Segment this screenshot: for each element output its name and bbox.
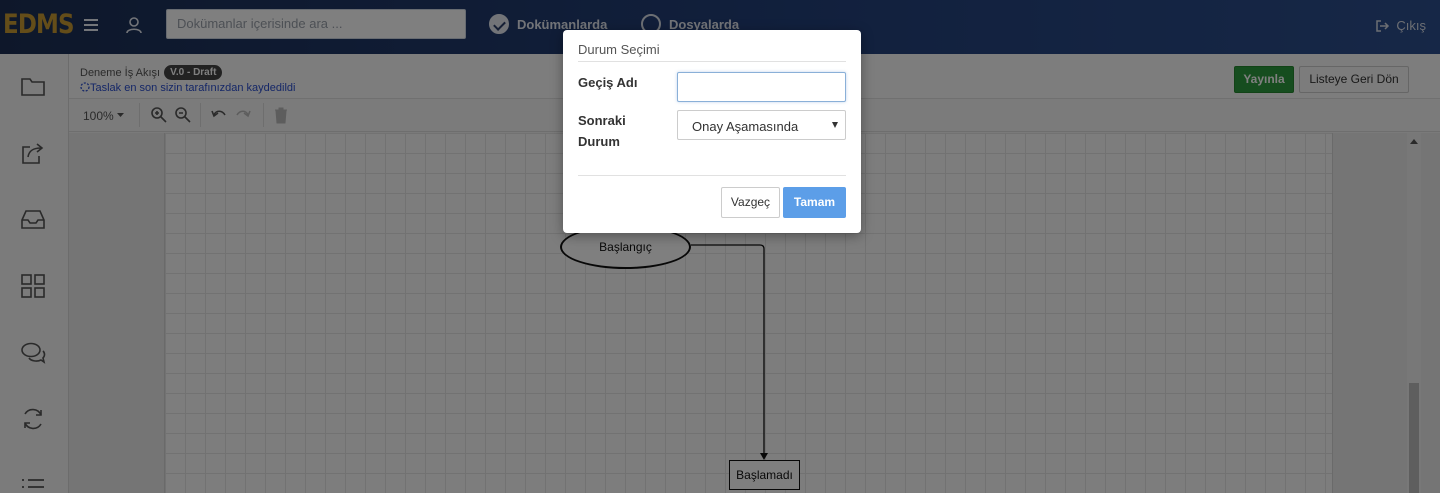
transition-name-label: Geçiş Adı	[578, 75, 638, 90]
next-state-label-line2: Durum	[578, 134, 620, 149]
next-state-label-line1: Sonraki	[578, 113, 626, 128]
dialog-title: Durum Seçimi	[578, 42, 660, 57]
dialog-divider	[578, 61, 846, 62]
state-selection-dialog: Durum Seçimi Geçiş Adı Sonraki Durum Ona…	[563, 30, 861, 233]
dialog-footer-divider	[578, 175, 846, 176]
next-state-label: Sonraki Durum	[578, 110, 626, 152]
chevron-down-icon	[832, 122, 838, 128]
next-state-select[interactable]: Onay Aşamasında	[677, 110, 846, 140]
ok-button[interactable]: Tamam	[783, 187, 846, 218]
next-state-selected: Onay Aşamasında	[692, 119, 799, 134]
transition-name-input[interactable]	[677, 72, 846, 102]
cancel-button[interactable]: Vazgeç	[721, 187, 780, 218]
